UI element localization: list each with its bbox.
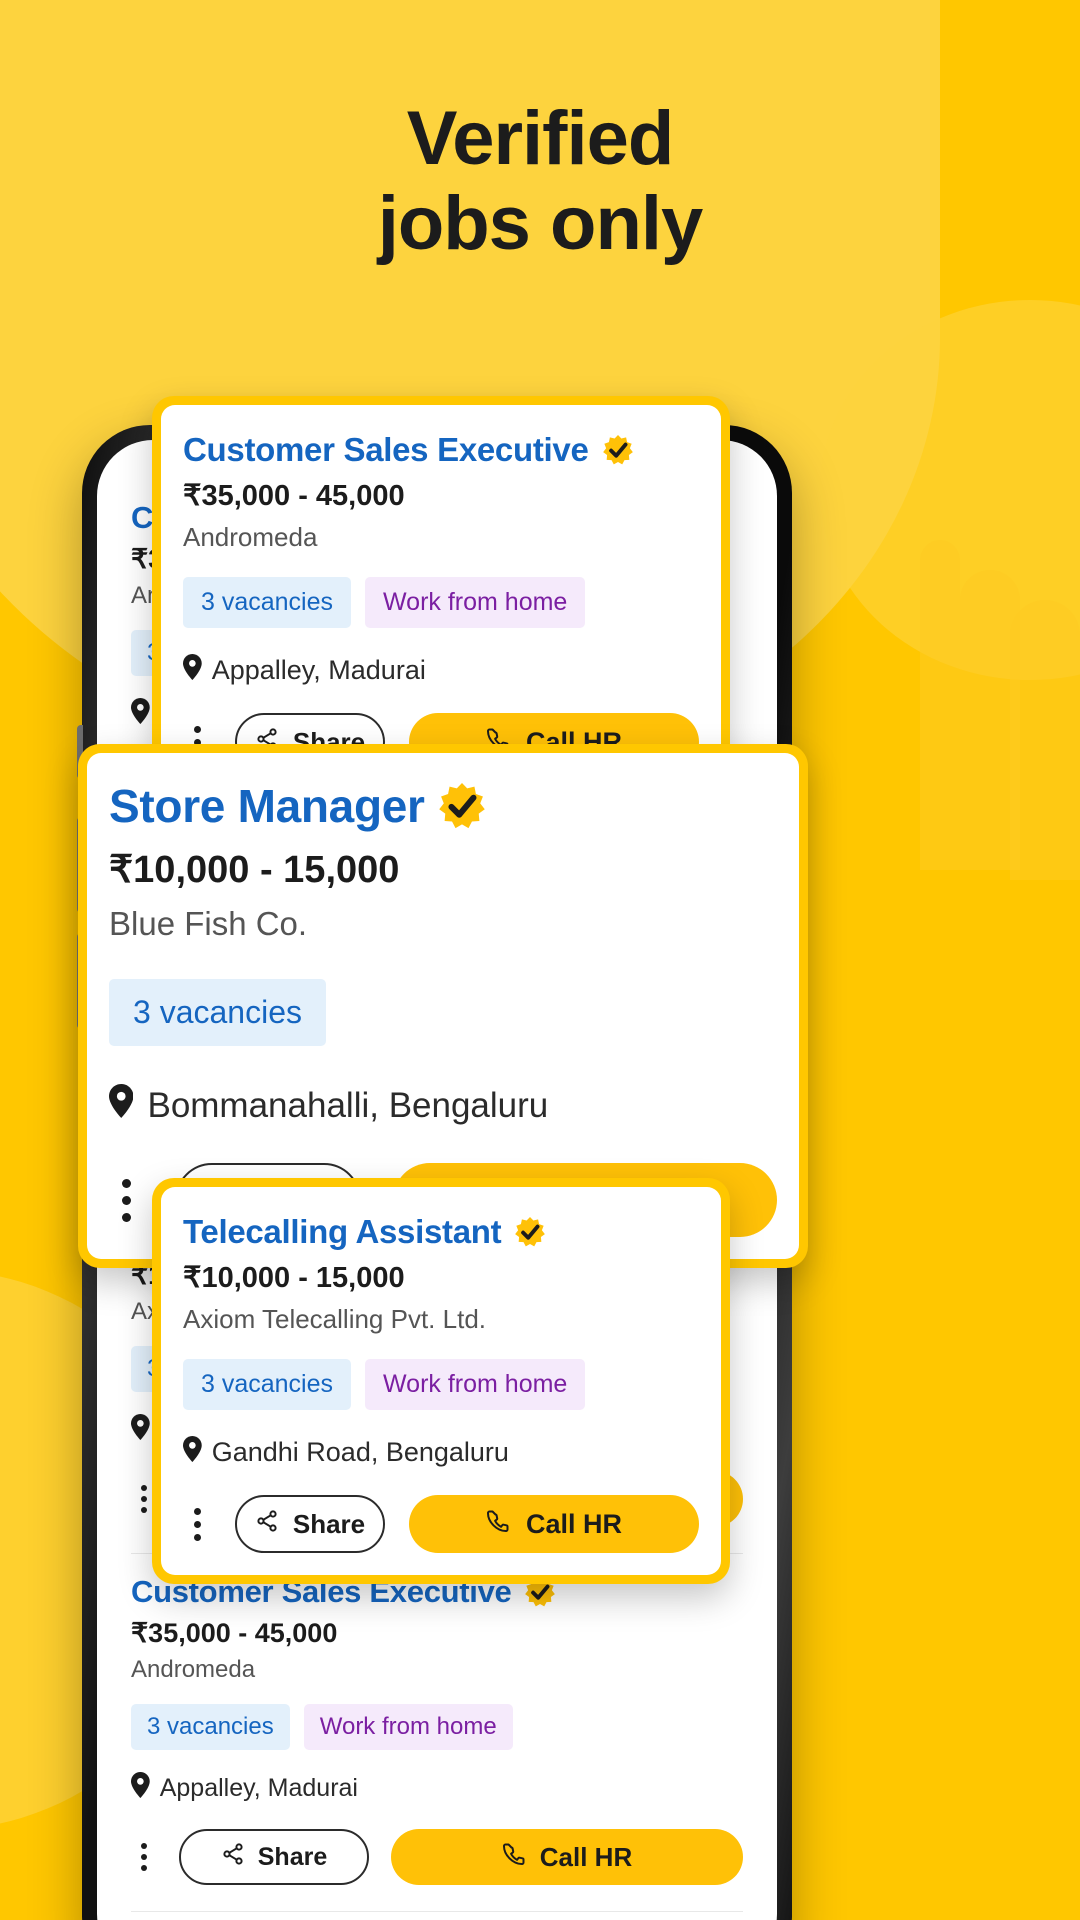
page-headline: Verified jobs only bbox=[0, 96, 1080, 266]
more-vertical-icon[interactable] bbox=[131, 1837, 157, 1877]
location-pin-icon bbox=[109, 1084, 134, 1127]
job-title-row: Customer Sales Executive bbox=[183, 431, 699, 469]
tag-work-from-home: Work from home bbox=[303, 1704, 513, 1750]
job-card-telecalling-assistant[interactable]: Telecalling Assistant ₹10,000 - 15,000 Axi… bbox=[152, 1178, 730, 1584]
phone-icon bbox=[502, 1842, 526, 1873]
company-name: Andromeda bbox=[131, 1656, 256, 1683]
job-tags: 3 vacancies Work from home bbox=[131, 1704, 743, 1750]
job-list-item[interactable]: Customer Sales Executive₹35,000 - 45,000… bbox=[131, 1554, 743, 1912]
verified-badge-icon bbox=[602, 435, 633, 465]
tag-vacancies: 3 vacancies bbox=[131, 1704, 290, 1750]
share-button[interactable]: Share bbox=[235, 1495, 385, 1553]
location-text: Appalley, Madurai bbox=[159, 1774, 358, 1802]
card-actions: Share Call HR bbox=[131, 1829, 743, 1885]
salary-range: ₹10,000 - 15,000 bbox=[183, 1262, 405, 1294]
headline-line-2: jobs only bbox=[377, 181, 704, 267]
company-name: Andromeda bbox=[183, 522, 318, 552]
headline-line-1: Verified bbox=[406, 96, 675, 181]
location-text: Bommanahalli, Bengaluru bbox=[147, 1085, 549, 1125]
background-stripe-1 bbox=[920, 540, 960, 870]
share-button-label: Share bbox=[292, 1508, 366, 1539]
job-tags: 3 vacancies bbox=[109, 979, 777, 1046]
job-title: Customer Sales Executive bbox=[183, 431, 589, 468]
location-pin-icon bbox=[183, 1436, 202, 1469]
phone-icon bbox=[486, 1509, 510, 1540]
more-vertical-icon[interactable] bbox=[183, 1501, 211, 1547]
job-tags: 3 vacancies Work from home bbox=[183, 577, 699, 628]
location-pin-icon bbox=[183, 654, 202, 687]
location-text: Appalley, Madurai bbox=[211, 655, 426, 685]
card-actions: Share Call HR bbox=[183, 1495, 699, 1553]
call-hr-button[interactable]: Call HR bbox=[391, 1829, 743, 1885]
verified-badge-icon bbox=[515, 1217, 546, 1247]
share-button-label: Share bbox=[257, 1842, 328, 1871]
job-location: Bommanahalli, Bengaluru bbox=[109, 1084, 777, 1127]
call-hr-button-label: Call HR bbox=[525, 1508, 623, 1539]
location-pin-icon bbox=[131, 1414, 150, 1447]
location-text: Gandhi Road, Bengaluru bbox=[211, 1437, 509, 1467]
job-location: Gandhi Road, Bengaluru bbox=[183, 1436, 699, 1469]
share-icon bbox=[255, 1509, 279, 1540]
job-card-body: Telecalling Assistant ₹10,000 - 15,000 Axi… bbox=[161, 1187, 721, 1575]
background-stripe-3 bbox=[1010, 600, 1080, 880]
location-pin-icon bbox=[131, 1772, 150, 1805]
company-name: Axiom Telecalling Pvt. Ltd. bbox=[183, 1304, 486, 1334]
job-location: Appalley, Madurai bbox=[183, 654, 699, 687]
job-title-row: Telecalling Assistant bbox=[183, 1213, 699, 1251]
more-vertical-icon[interactable] bbox=[109, 1171, 143, 1229]
tag-vacancies: 3 vacancies bbox=[183, 1359, 352, 1410]
job-title: Store Manager bbox=[109, 780, 425, 832]
tag-vacancies: 3 vacancies bbox=[109, 979, 326, 1046]
job-card-customer-sales-executive[interactable]: Customer Sales Executive ₹35,000 - 45,000… bbox=[152, 396, 730, 802]
salary-range: ₹35,000 - 45,000 bbox=[131, 1618, 338, 1648]
tag-vacancies: 3 vacancies bbox=[183, 577, 352, 628]
call-hr-button[interactable]: Call HR bbox=[409, 1495, 699, 1553]
job-card-body: Customer Sales Executive ₹35,000 - 45,000… bbox=[161, 405, 721, 793]
share-button[interactable]: Share bbox=[179, 1829, 369, 1885]
job-title: Telecalling Assistant bbox=[183, 1213, 502, 1250]
tag-work-from-home: Work from home bbox=[365, 577, 586, 628]
job-tags: 3 vacancies Work from home bbox=[183, 1359, 699, 1410]
tag-work-from-home: Work from home bbox=[365, 1359, 586, 1410]
job-location: Appalley, Madurai bbox=[131, 1772, 743, 1805]
verified-badge-icon bbox=[438, 783, 485, 829]
salary-range: ₹10,000 - 15,000 bbox=[109, 849, 400, 891]
job-title-row: Store Manager bbox=[109, 779, 777, 833]
call-hr-button-label: Call HR bbox=[539, 1841, 633, 1872]
salary-range: ₹35,000 - 45,000 bbox=[183, 480, 405, 512]
location-pin-icon bbox=[131, 698, 150, 731]
company-name: Blue Fish Co. bbox=[109, 905, 308, 942]
share-icon bbox=[221, 1842, 245, 1873]
